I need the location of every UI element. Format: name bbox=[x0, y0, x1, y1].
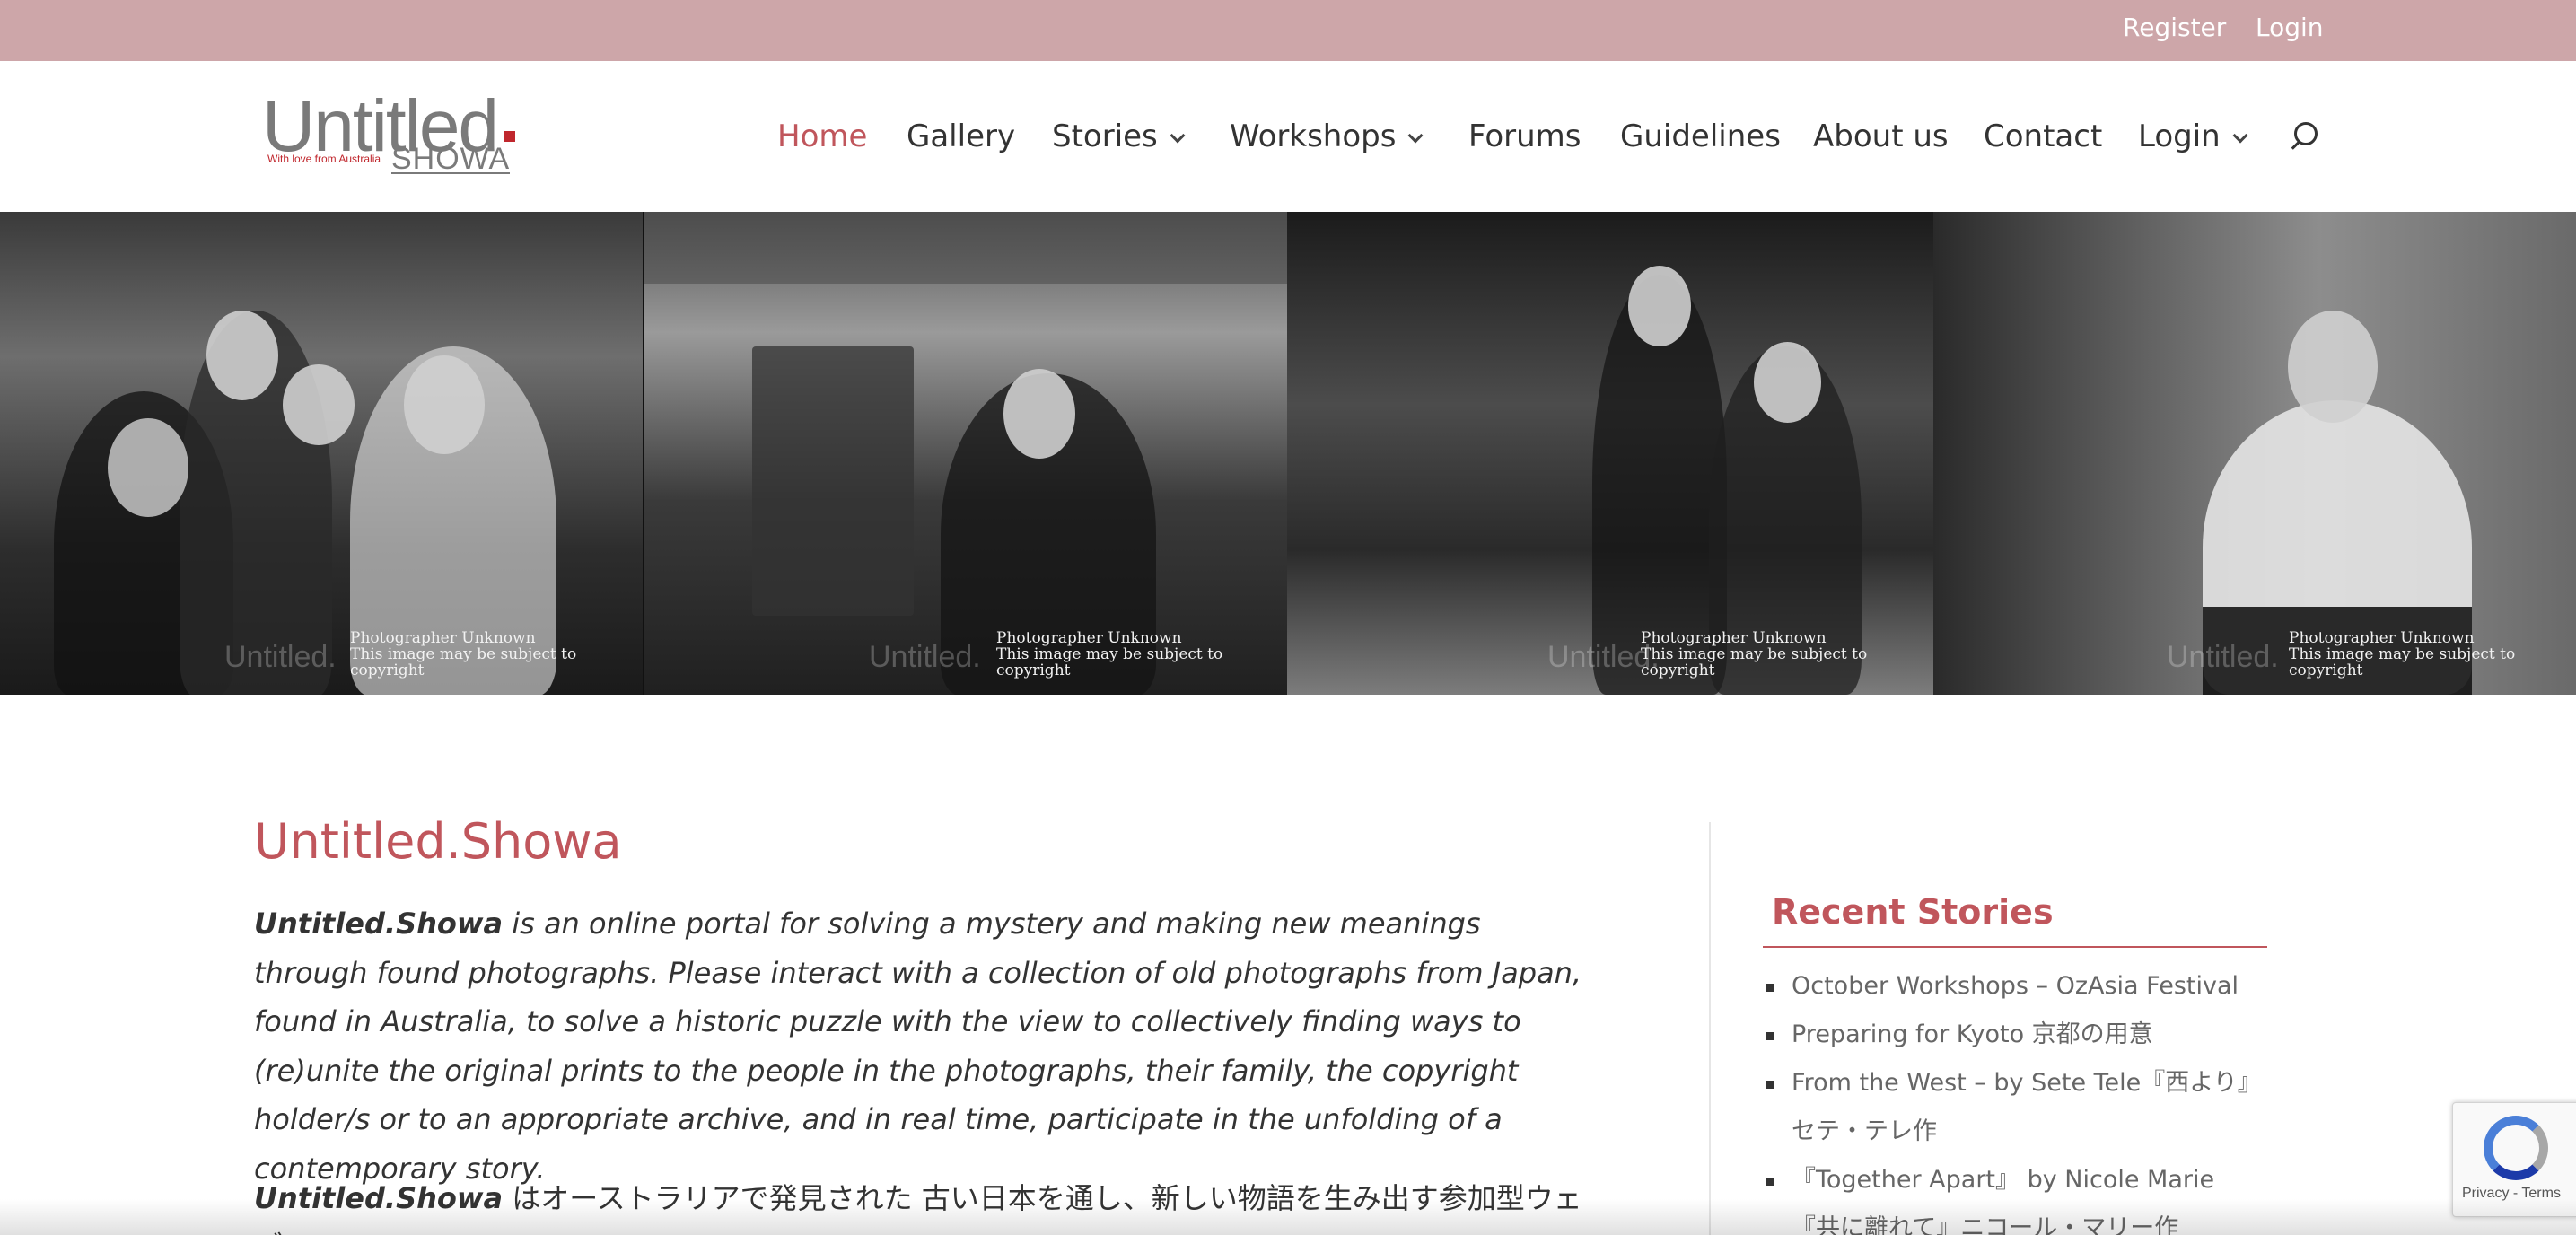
recent-stories-heading: Recent Stories bbox=[1772, 892, 2054, 932]
watermark: Untitled. bbox=[224, 640, 337, 674]
intro-brand: Untitled.Showa bbox=[254, 907, 504, 941]
photo-credit: Photographer Unknown This image may be s… bbox=[350, 629, 577, 679]
nav-stories-label: Stories bbox=[1052, 118, 1158, 154]
chevron-down-icon bbox=[1170, 127, 1186, 144]
login-link[interactable]: Login bbox=[2256, 13, 2324, 42]
photo-credit: Photographer Unknown This image may be s… bbox=[2289, 629, 2516, 679]
scroll-shadow bbox=[0, 1199, 2576, 1235]
sidebar-divider bbox=[1709, 822, 1711, 1235]
nav-home[interactable]: Home bbox=[777, 118, 867, 154]
watermark: Untitled. bbox=[2167, 640, 2279, 674]
chevron-down-icon bbox=[2232, 127, 2248, 144]
nav-workshops[interactable]: Workshops bbox=[1230, 118, 1424, 154]
story-link[interactable]: October Workshops – OzAsia Festival bbox=[1763, 962, 2265, 1011]
photo-banner: Untitled. Photographer Unknown This imag… bbox=[0, 212, 2576, 695]
logo-subtitle: SHOWA bbox=[391, 142, 511, 176]
nav-guidelines[interactable]: Guidelines bbox=[1620, 118, 1781, 154]
banner-photo[interactable]: Untitled. Photographer Unknown This imag… bbox=[1287, 212, 1933, 695]
nav-contact[interactable]: Contact bbox=[1984, 118, 2102, 154]
intro-text: is an online portal for solving a myster… bbox=[254, 907, 1582, 1186]
nav-gallery[interactable]: Gallery bbox=[907, 118, 1015, 154]
nav-login[interactable]: Login bbox=[2138, 118, 2248, 154]
page-title: Untitled.Showa bbox=[254, 813, 622, 870]
logo-dot bbox=[504, 131, 515, 142]
story-link[interactable]: From the West – by Sete Tele『西より』セテ・テレ作 bbox=[1763, 1059, 2265, 1156]
photo-credit: Photographer Unknown This image may be s… bbox=[996, 629, 1223, 679]
nav-login-label: Login bbox=[2138, 118, 2221, 154]
register-link[interactable]: Register bbox=[2123, 13, 2226, 42]
story-link[interactable]: Preparing for Kyoto 京都の用意 bbox=[1763, 1011, 2265, 1059]
intro-paragraph: Untitled.Showa is an online portal for s… bbox=[254, 899, 1600, 1193]
nav-about[interactable]: About us bbox=[1813, 118, 1949, 154]
recaptcha-icon bbox=[2484, 1116, 2548, 1180]
search-icon[interactable] bbox=[2289, 122, 2319, 158]
recent-stories-list: October Workshops – OzAsia Festival Prep… bbox=[1763, 962, 2265, 1235]
nav-stories[interactable]: Stories bbox=[1052, 118, 1186, 154]
banner-photo[interactable]: Untitled. Photographer Unknown This imag… bbox=[1933, 212, 2576, 695]
chevron-down-icon bbox=[1407, 127, 1424, 144]
heading-underline bbox=[1763, 946, 2267, 948]
nav-forums[interactable]: Forums bbox=[1468, 118, 1582, 154]
photo-credit: Photographer Unknown This image may be s… bbox=[1641, 629, 1868, 679]
top-bar: Register Login bbox=[0, 0, 2576, 61]
header: Untitled With love from Australia SHOWA … bbox=[0, 61, 2576, 212]
watermark: Untitled. bbox=[869, 640, 981, 674]
nav-workshops-label: Workshops bbox=[1230, 118, 1397, 154]
banner-photo[interactable]: Untitled. Photographer Unknown This imag… bbox=[0, 212, 643, 695]
site-logo[interactable]: Untitled With love from Australia SHOWA bbox=[260, 85, 530, 178]
logo-tagline: With love from Australia bbox=[267, 153, 381, 165]
banner-photo[interactable]: Untitled. Photographer Unknown This imag… bbox=[643, 212, 1287, 695]
